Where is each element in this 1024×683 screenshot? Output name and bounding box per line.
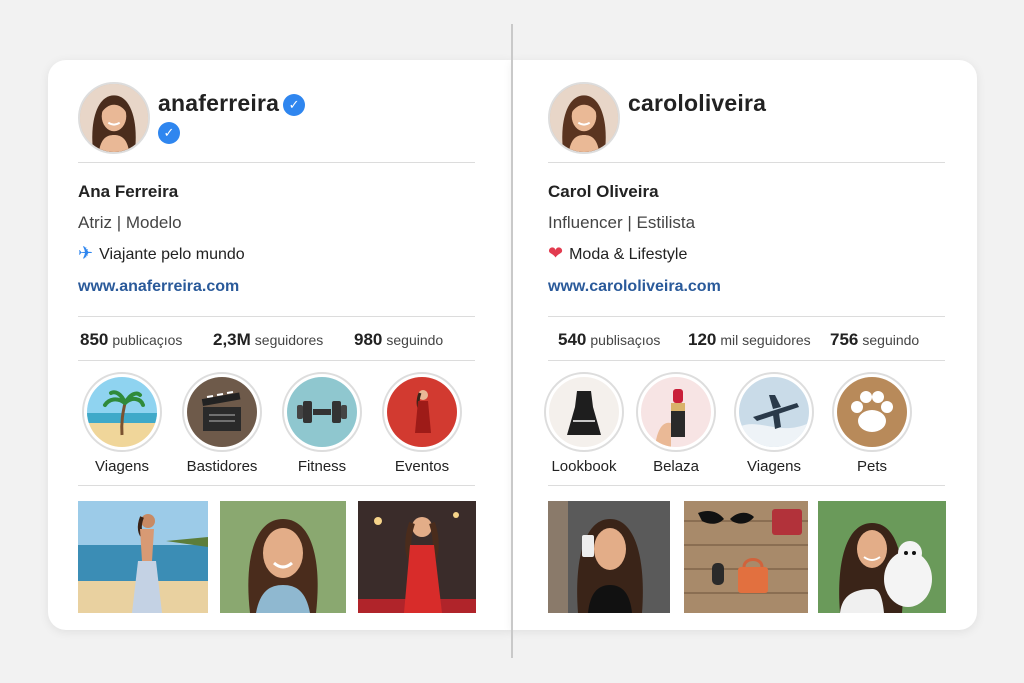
profile-header: anaferreira ✓ ✓: [78, 82, 475, 154]
profile-card-carololiveira: carololiveira Carol Oliveira Influencer …: [512, 60, 977, 630]
post-grid: [548, 501, 946, 613]
highlight-eventos[interactable]: Eventos: [374, 372, 470, 475]
highlight-fitness[interactable]: Fitness: [274, 372, 370, 475]
divider: [548, 485, 945, 486]
profile-stats: 540 publisaçıos 120 mil seguidores 756 segu…: [548, 330, 945, 354]
highlight-label: Fitness: [297, 458, 347, 475]
display-name: Carol Oliveira: [548, 182, 659, 201]
airplane-icon: ✈: [78, 243, 94, 263]
story-highlights: Lookbook Belaza Viagens Pets: [544, 372, 945, 482]
highlight-viagens[interactable]: Viagens: [726, 372, 822, 475]
highlight-label: Belaza: [653, 458, 699, 475]
highlight-pets[interactable]: Pets: [824, 372, 920, 475]
profile-card-anaferreira: anaferreira ✓ ✓ Ana Ferreira Atriz | Mode…: [48, 60, 512, 630]
bio-line: Atriz | Modelo: [78, 213, 182, 232]
verified-badge-icon: ✓: [158, 122, 180, 144]
highlight-bastidores[interactable]: Bastidores: [174, 372, 270, 475]
divider: [548, 162, 945, 163]
story-highlights: Viagens Bastidores Fitness Eventos: [78, 372, 475, 482]
divider: [78, 316, 475, 317]
highlight-label: Viagens: [747, 458, 801, 475]
following-stat[interactable]: 980 seguindo: [354, 330, 443, 350]
posts-stat[interactable]: 850 publicaçıos: [80, 330, 182, 350]
followers-stat[interactable]: 120 mil seguidores: [688, 330, 811, 350]
highlight-label: Lookbook: [551, 458, 617, 475]
divider: [548, 360, 945, 361]
bio-line: Influencer | Estilista: [548, 213, 696, 232]
followers-stat[interactable]: 2,3M seguidores: [213, 330, 323, 350]
profile-header: carololiveira: [548, 82, 945, 154]
profile-stats: 850 publicaçıos 2,3M seguidores 980 seguind…: [78, 330, 475, 354]
display-name: Ana Ferreira: [78, 182, 179, 201]
post-thumbnail[interactable]: [220, 501, 346, 613]
highlight-label: Viagens: [95, 458, 149, 475]
posts-stat[interactable]: 540 publisaçıos: [558, 330, 660, 350]
post-thumbnail[interactable]: [684, 501, 808, 613]
highlight-label: Pets: [856, 458, 887, 475]
bio-line: ✈ Viajante pelo mundo: [78, 243, 245, 263]
divider: [78, 360, 475, 361]
bio-line: ❤ Moda & Lifestyle: [548, 243, 688, 263]
username[interactable]: carololiveira: [628, 90, 766, 117]
username[interactable]: anaferreira ✓: [158, 90, 306, 117]
website-link[interactable]: www.anaferreira.com: [78, 278, 239, 296]
highlight-label: Bastidores: [186, 458, 258, 475]
heart-icon: ❤: [548, 243, 564, 263]
highlight-lookbook[interactable]: Lookbook: [536, 372, 632, 475]
avatar[interactable]: [78, 82, 150, 154]
avatar[interactable]: [548, 82, 620, 154]
post-thumbnail[interactable]: [358, 501, 476, 613]
divider: [548, 316, 945, 317]
post-grid: [78, 501, 476, 613]
following-stat[interactable]: 756 seguindo: [830, 330, 919, 350]
highlight-label: Eventos: [394, 458, 450, 475]
highlight-belaza[interactable]: Belaza: [628, 372, 724, 475]
verified-badge-icon: ✓: [283, 94, 306, 116]
post-thumbnail[interactable]: [548, 501, 670, 613]
center-divider: [511, 24, 513, 658]
post-thumbnail[interactable]: [78, 501, 208, 613]
post-thumbnail[interactable]: [818, 501, 946, 613]
divider: [78, 162, 475, 163]
divider: [78, 485, 475, 486]
website-link[interactable]: www.carololiveira.com: [548, 278, 721, 296]
highlight-viagens[interactable]: Viagens: [74, 372, 170, 475]
